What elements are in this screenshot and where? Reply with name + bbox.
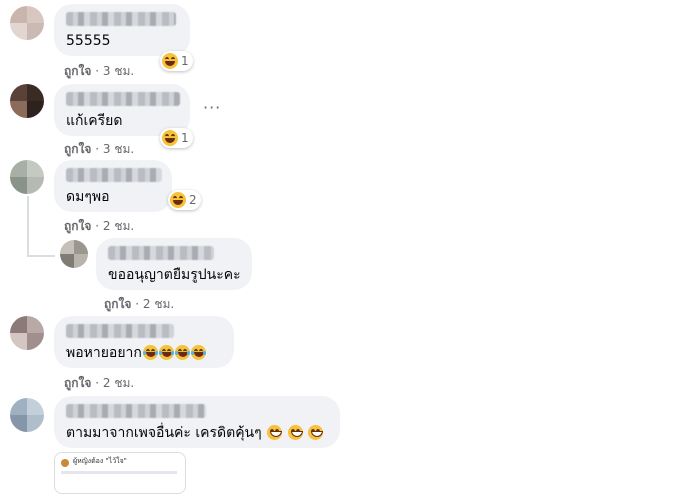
separator: · xyxy=(95,64,100,78)
preview-line xyxy=(61,471,177,474)
reply-text: ขออนุญาตยืมรูปนะคะ xyxy=(108,267,241,283)
comment-text: ดมๆพอ xyxy=(66,189,110,205)
comment-timestamp[interactable]: 3 ชม. xyxy=(103,64,134,78)
separator: · xyxy=(135,297,140,311)
reply-timestamp[interactable]: 2 ชม. xyxy=(143,297,174,311)
comment-bubble: พอหายอยาก xyxy=(54,316,234,368)
comment-timestamp[interactable]: 2 ชม. xyxy=(103,376,134,390)
comment-timestamp[interactable]: 2 ชม. xyxy=(103,219,134,233)
comment-text: 55555 xyxy=(66,33,111,49)
commenter-name[interactable] xyxy=(66,324,174,338)
reaction-count: 1 xyxy=(181,54,189,68)
commenter-avatar[interactable] xyxy=(10,398,44,432)
haha-reaction-icon xyxy=(162,130,178,146)
reaction-badge[interactable]: 1 xyxy=(160,51,193,71)
like-button[interactable]: ถูกใจ xyxy=(64,142,91,156)
comment-text-content: พอหายอยาก xyxy=(66,345,142,361)
like-button[interactable]: ถูกใจ xyxy=(104,297,131,311)
comment-bubble: ดมๆพอ xyxy=(54,160,172,212)
comment-text: แก้เครียด xyxy=(66,113,123,129)
commenter-avatar[interactable] xyxy=(10,84,44,118)
replier-avatar[interactable] xyxy=(60,240,88,268)
reaction-count: 1 xyxy=(181,131,189,145)
haha-reaction-icon xyxy=(162,53,178,69)
thread-connector xyxy=(27,196,29,256)
separator: · xyxy=(95,376,100,390)
commenter-avatar[interactable] xyxy=(10,160,44,194)
commenter-name[interactable] xyxy=(66,404,206,418)
comment-actions: ถูกใจ · 2 ชม. xyxy=(64,217,134,236)
comment-actions: ถูกใจ · 3 ชม. xyxy=(64,62,134,81)
preview-caption: ผู้หญิงต้อง "ไว้ใจ" xyxy=(73,457,127,465)
replier-name[interactable] xyxy=(108,246,214,260)
commenter-name[interactable] xyxy=(66,92,180,106)
reaction-count: 2 xyxy=(189,193,197,207)
comment-actions: ถูกใจ · 3 ชม. xyxy=(64,140,134,159)
commenter-avatar[interactable] xyxy=(10,316,44,350)
grinning-emoji-icon xyxy=(267,425,283,440)
tears-of-joy-emoji-icon xyxy=(190,345,206,360)
more-options-icon[interactable]: ··· xyxy=(203,98,221,117)
tears-of-joy-emoji-icon xyxy=(158,345,174,360)
grinning-emoji-icon xyxy=(308,425,324,440)
like-button[interactable]: ถูกใจ xyxy=(64,64,91,78)
haha-reaction-icon xyxy=(170,192,186,208)
page-logo-icon xyxy=(61,459,69,467)
comment-bubble: ตามมาจากเพจอื่นค่ะ เครดิตคุ้นๆ xyxy=(54,396,340,448)
comment-timestamp[interactable]: 3 ชม. xyxy=(103,142,134,156)
separator: · xyxy=(95,142,100,156)
attached-image-preview[interactable]: ผู้หญิงต้อง "ไว้ใจ" xyxy=(54,452,186,494)
commenter-avatar[interactable] xyxy=(10,6,44,40)
tears-of-joy-emoji-icon xyxy=(174,345,190,360)
comment-text: พอหายอยาก xyxy=(66,344,222,362)
comment-text: ตามมาจากเพจอื่นค่ะ เครดิตคุ้นๆ xyxy=(66,424,328,442)
thread-connector xyxy=(27,255,55,257)
like-button[interactable]: ถูกใจ xyxy=(64,219,91,233)
reaction-badge[interactable]: 1 xyxy=(160,128,193,148)
comment-bubble: 55555 xyxy=(54,4,190,56)
reaction-badge[interactable]: 2 xyxy=(168,190,201,210)
separator: · xyxy=(95,219,100,233)
comment-actions: ถูกใจ · 2 ชม. xyxy=(64,374,134,393)
grinning-emoji-icon xyxy=(287,425,303,440)
commenter-name[interactable] xyxy=(66,168,162,182)
commenter-name[interactable] xyxy=(66,12,176,26)
reply-actions: ถูกใจ · 2 ชม. xyxy=(104,295,174,314)
comment-text-content: ตามมาจากเพจอื่นค่ะ เครดิตคุ้นๆ xyxy=(66,425,262,441)
reply-bubble: ขออนุญาตยืมรูปนะคะ xyxy=(96,238,252,290)
like-button[interactable]: ถูกใจ xyxy=(64,376,91,390)
tears-of-joy-emoji-icon xyxy=(142,345,158,360)
